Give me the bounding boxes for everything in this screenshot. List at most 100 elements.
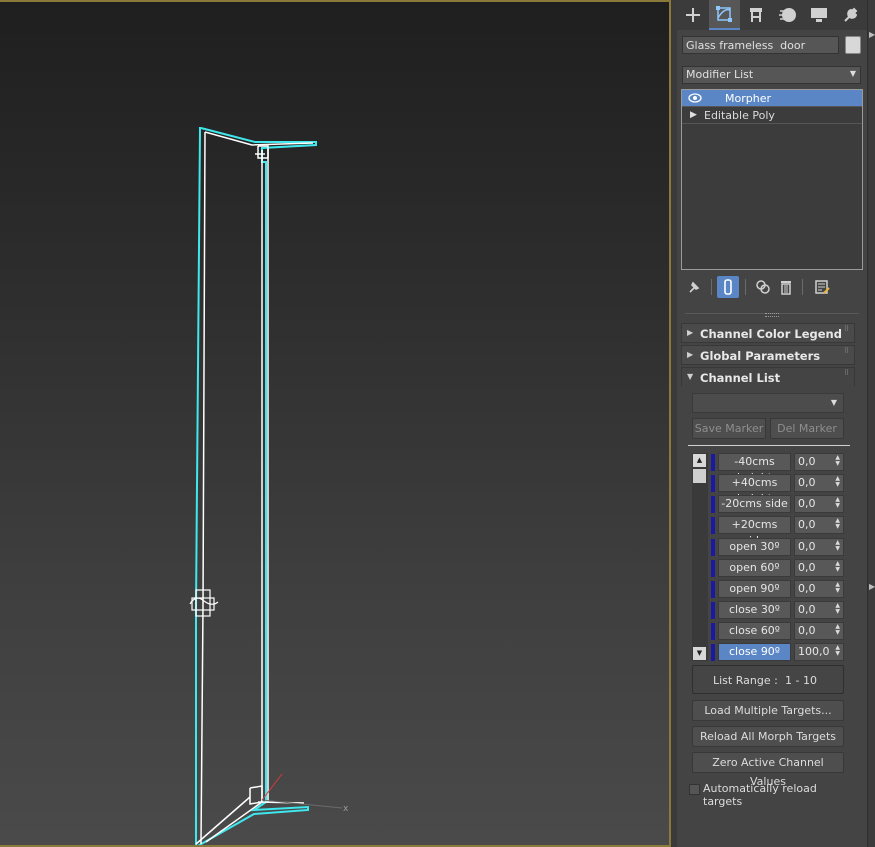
scroll-up-icon[interactable]: ▲ bbox=[693, 454, 706, 467]
scroll-thumb[interactable] bbox=[693, 469, 706, 483]
channel-name-button-active[interactable]: close 90º bbox=[718, 643, 791, 661]
channel-row: +20cms side 0,0 ▲▼ bbox=[711, 516, 845, 547]
reload-all-morph-targets-button[interactable]: Reload All Morph Targets bbox=[692, 726, 844, 747]
channel-row: close 90º 100,0 ▲ ▼ bbox=[711, 643, 845, 661]
stack-item-morpher[interactable]: Morpher bbox=[682, 90, 862, 107]
save-marker-button[interactable]: Save Marker bbox=[692, 418, 766, 439]
configure-modifier-sets-button[interactable] bbox=[811, 276, 833, 298]
channel-name-button[interactable]: open 30º bbox=[718, 538, 791, 556]
spinner-arrows-icon[interactable]: ▲ ▼ bbox=[835, 540, 840, 552]
grip-dots-icon: ⠿ bbox=[844, 325, 850, 333]
rollout-channel-color-legend[interactable]: ▶ Channel Color Legend ⠿ bbox=[681, 323, 855, 343]
channel-name-button[interactable]: open 60º bbox=[718, 559, 791, 577]
spinner-arrows-icon[interactable]: ▲ ▼ bbox=[835, 455, 840, 467]
channel-value-spinner[interactable]: 0,0 ▲ ▼ bbox=[794, 601, 844, 619]
tab-hierarchy[interactable] bbox=[740, 0, 772, 30]
channel-color-bar bbox=[711, 560, 715, 577]
modifier-list-dropdown[interactable]: Modifier List ▼ bbox=[682, 66, 861, 84]
spinner-arrows-icon[interactable]: ▲ ▼ bbox=[835, 603, 840, 615]
channel-name-button[interactable]: close 30º bbox=[718, 601, 791, 619]
channel-row: close 60º 0,0 ▲ ▼ bbox=[711, 622, 845, 640]
modifier-list-label: Modifier List bbox=[686, 68, 754, 81]
object-color-swatch[interactable] bbox=[845, 36, 861, 54]
channel-value: 0,0 bbox=[798, 561, 816, 574]
stack-item-label: Editable Poly bbox=[704, 109, 775, 122]
scroll-down-icon[interactable]: ▼ bbox=[693, 647, 706, 660]
channel-name-button[interactable]: close 60º bbox=[718, 622, 791, 640]
panel-edge-strip[interactable]: ▶ ▶ bbox=[867, 0, 875, 847]
collapsed-triangle-icon: ▶ bbox=[687, 328, 694, 337]
rollout-channel-list[interactable]: ▼ Channel List ⠿ bbox=[681, 367, 855, 387]
modifier-stack: Morpher ▶ Editable Poly bbox=[681, 89, 863, 270]
channel-list-body: ▼ Save Marker Del Marker ▲ ▼ -40cms heig… bbox=[681, 389, 855, 809]
channel-name-button[interactable]: open 90º bbox=[718, 580, 791, 598]
rollout-global-parameters[interactable]: ▶ Global Parameters ⠿ bbox=[681, 345, 855, 365]
channel-color-bar bbox=[711, 454, 715, 471]
channel-color-bar bbox=[711, 475, 715, 492]
make-unique-icon bbox=[756, 280, 770, 294]
channel-value-spinner[interactable]: 0,0 ▲ ▼ bbox=[794, 622, 844, 640]
expand-triangle-icon[interactable]: ▶ bbox=[690, 107, 697, 124]
stack-item-editable-poly[interactable]: ▶ Editable Poly bbox=[682, 107, 862, 124]
spinner-arrows-icon[interactable]: ▲ ▼ bbox=[835, 624, 840, 636]
show-end-result-button[interactable] bbox=[717, 276, 739, 298]
channel-name-button[interactable]: -20cms side bbox=[718, 495, 791, 513]
channel-color-bar bbox=[711, 644, 715, 661]
tab-modify[interactable] bbox=[708, 0, 741, 30]
rollout-title: Global Parameters bbox=[700, 349, 821, 363]
channel-name-button[interactable]: +40cms height bbox=[718, 474, 791, 505]
expand-right-icon[interactable]: ▶ bbox=[869, 30, 875, 39]
channel-color-bar bbox=[711, 517, 715, 534]
eye-icon[interactable] bbox=[688, 92, 702, 104]
tab-create[interactable] bbox=[677, 0, 709, 30]
tab-utilities[interactable] bbox=[835, 0, 867, 30]
tab-motion[interactable] bbox=[772, 0, 804, 30]
chevron-down-icon: ▼ bbox=[849, 69, 856, 78]
remove-modifier-button[interactable] bbox=[775, 276, 797, 298]
channel-value: 0,0 bbox=[798, 518, 816, 531]
channel-value-spinner[interactable]: 0,0 ▲ ▼ bbox=[794, 538, 844, 556]
tab-display[interactable] bbox=[803, 0, 835, 30]
spinner-arrows-icon[interactable]: ▲ ▼ bbox=[835, 582, 840, 594]
channel-name-button[interactable]: +20cms side bbox=[718, 516, 791, 547]
door-wireframe[interactable]: x bbox=[0, 2, 671, 847]
object-name-field[interactable] bbox=[682, 36, 839, 54]
channel-row: open 90º 0,0 ▲ ▼ bbox=[711, 580, 845, 598]
del-marker-button[interactable]: Del Marker bbox=[770, 418, 844, 439]
channel-value-spinner[interactable]: 0,0 ▲ ▼ bbox=[794, 559, 844, 577]
channel-value-spinner[interactable]: 100,0 ▲ ▼ bbox=[794, 643, 844, 661]
channel-value-spinner[interactable]: 0,0 ▲ ▼ bbox=[794, 580, 844, 598]
channel-value: 0,0 bbox=[798, 540, 816, 553]
channel-row: close 30º 0,0 ▲ ▼ bbox=[711, 601, 845, 619]
wrench-icon bbox=[844, 7, 858, 22]
chevron-down-icon: ▼ bbox=[830, 398, 837, 407]
channel-color-bar bbox=[711, 581, 715, 598]
channel-color-bar bbox=[711, 539, 715, 556]
panel-resize-grip[interactable] bbox=[685, 313, 859, 319]
channel-value-spinner[interactable]: 0,0 ▲ ▼ bbox=[794, 453, 844, 471]
zero-active-channel-values-button[interactable]: Zero Active Channel Values bbox=[692, 752, 844, 788]
load-multiple-targets-button[interactable]: Load Multiple Targets... bbox=[692, 700, 844, 721]
motion-icon bbox=[778, 8, 796, 22]
marker-dropdown[interactable]: ▼ bbox=[692, 393, 844, 413]
spinner-arrows-icon[interactable]: ▲ ▼ bbox=[835, 476, 840, 488]
spinner-arrows-icon[interactable]: ▲ ▼ bbox=[835, 497, 840, 509]
spinner-arrows-icon[interactable]: ▲ ▼ bbox=[835, 561, 840, 573]
channel-value: 0,0 bbox=[798, 497, 816, 510]
viewport-perspective[interactable]: x bbox=[0, 0, 671, 847]
make-unique-button[interactable] bbox=[752, 276, 774, 298]
auto-reload-checkbox[interactable] bbox=[689, 784, 700, 795]
spinner-arrows-icon[interactable]: ▲ ▼ bbox=[835, 518, 840, 530]
channel-value-spinner[interactable]: 0,0 ▲ ▼ bbox=[794, 495, 844, 513]
channel-value-spinner[interactable]: 0,0 ▲ ▼ bbox=[794, 474, 844, 492]
channel-value: 100,0 bbox=[798, 645, 830, 658]
channel-value-spinner[interactable]: 0,0 ▲ ▼ bbox=[794, 516, 844, 534]
pin-stack-button[interactable] bbox=[683, 276, 705, 298]
channel-scrollbar[interactable]: ▲ ▼ bbox=[692, 453, 708, 661]
grip-dots-icon: ⠿ bbox=[844, 369, 850, 377]
spinner-arrows-icon[interactable]: ▲ ▼ bbox=[835, 645, 840, 657]
toolbar-divider bbox=[711, 279, 712, 295]
channel-name-button[interactable]: -40cms height bbox=[718, 453, 791, 484]
axis-x-label: x bbox=[343, 804, 349, 814]
expand-right-icon[interactable]: ▶ bbox=[869, 582, 875, 591]
